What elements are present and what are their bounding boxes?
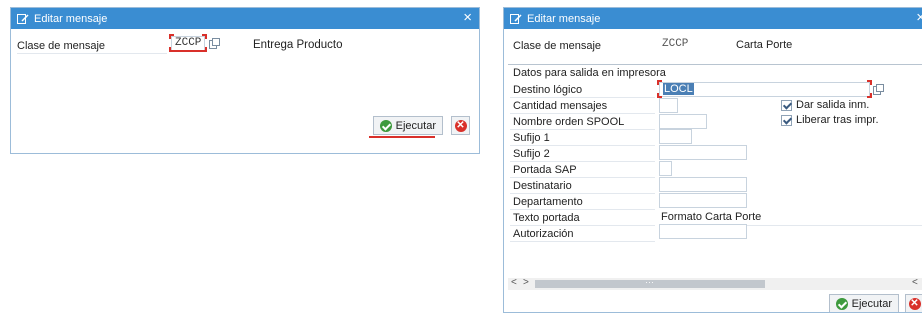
clase-mensaje-description: Carta Porte: [736, 39, 793, 51]
green-check-icon: [836, 297, 848, 310]
focus-marker: [867, 93, 872, 98]
red-cancel-icon: ✕: [908, 297, 921, 310]
dar-salida-label: Dar salida inm.: [796, 99, 870, 111]
scroll-far-arrow[interactable]: <: [912, 277, 918, 288]
field-label-portada-sap: Portada SAP: [513, 164, 577, 176]
field-label-sufijo-2: Sufijo 2: [513, 148, 550, 160]
focus-marker: [867, 80, 872, 85]
clase-mensaje-value: ZCCP: [662, 38, 689, 50]
edit-message-icon: [510, 13, 522, 24]
field-label-nombre-orden-spool: Nombre orden SPOOL: [513, 116, 625, 128]
scrollbar-thumb[interactable]: ···: [535, 277, 765, 288]
field-label-sufijo-1: Sufijo 1: [513, 132, 550, 144]
left-dialog: Editar mensaje × Clase de mensaje ZCCP E…: [10, 7, 480, 154]
section-divider: [508, 64, 922, 65]
scroll-grip: ···: [645, 277, 654, 287]
left-dialog-titlebar: Editar mensaje ×: [11, 8, 479, 29]
clase-mensaje-label: Clase de mensaje: [513, 40, 602, 52]
row-divider: [510, 145, 655, 146]
focus-marker: [202, 47, 207, 52]
right-dialog-titlebar: Editar mensaje ×: [504, 8, 922, 29]
cantidad-mensajes-input[interactable]: [659, 98, 678, 113]
row-divider: [510, 225, 655, 226]
liberar-checkbox[interactable]: [781, 115, 792, 126]
focus-marker: [169, 34, 174, 39]
horizontal-scrollbar[interactable]: < > ··· <: [508, 277, 922, 290]
field-underline: [17, 53, 167, 54]
right-dialog: Editar mensaje × Clase de mensaje ZCCP C…: [503, 7, 922, 313]
focus-marker: [202, 34, 207, 39]
row-divider: [510, 209, 655, 210]
button-underline: [369, 136, 435, 138]
red-cancel-icon: ✕: [454, 119, 467, 132]
destinatario-input[interactable]: [659, 177, 747, 192]
ejecutar-button[interactable]: Ejecutar: [829, 294, 899, 312]
row-divider: [510, 129, 655, 130]
cancel-button[interactable]: ✕: [905, 294, 922, 312]
destino-logico-input[interactable]: LOCL: [659, 82, 870, 97]
ejecutar-button[interactable]: Ejecutar: [373, 116, 443, 135]
sufijo-1-input[interactable]: [659, 129, 692, 144]
dialog-title: Editar mensaje: [527, 12, 601, 25]
field-label-cantidad-mensajes: Cantidad mensajes: [513, 100, 608, 112]
row-divider: [510, 177, 655, 178]
field-label-autorizacion: Autorización: [513, 228, 574, 240]
row-divider: [510, 113, 655, 114]
portada-sap-input[interactable]: [659, 161, 672, 176]
close-icon[interactable]: ×: [463, 10, 472, 26]
focus-marker: [657, 80, 662, 85]
field-label-destino-logico: Destino lógico: [513, 84, 583, 96]
section-title: Datos para salida en impresora: [513, 67, 666, 79]
clase-mensaje-description: Entrega Producto: [253, 39, 343, 51]
edit-message-icon: [17, 13, 29, 24]
green-check-icon: [380, 119, 392, 132]
dialog-title: Editar mensaje: [34, 12, 108, 25]
nombre-orden-spool-input[interactable]: [659, 114, 707, 129]
sufijo-2-input[interactable]: [659, 145, 747, 160]
row-divider: [510, 97, 655, 98]
row-divider: [510, 161, 655, 162]
value-help-icon[interactable]: [209, 38, 220, 49]
field-label-texto-portada: Texto portada: [513, 212, 580, 224]
scroll-right-arrow[interactable]: >: [523, 277, 529, 288]
focus-underline: [171, 50, 202, 52]
close-icon[interactable]: ×: [916, 10, 922, 26]
clase-mensaje-label: Clase de mensaje: [17, 40, 106, 52]
dar-salida-checkbox[interactable]: [781, 100, 792, 111]
departamento-input[interactable]: [659, 193, 747, 208]
liberar-label: Liberar tras impr.: [796, 114, 879, 126]
value-help-icon[interactable]: [873, 84, 884, 95]
texto-portada-value: Formato Carta Porte: [661, 211, 762, 223]
row-divider: [510, 241, 655, 242]
row-divider: [510, 193, 655, 194]
cancel-button[interactable]: ✕: [451, 116, 470, 135]
field-label-destinatario: Destinatario: [513, 180, 572, 192]
ejecutar-label: Ejecutar: [395, 119, 436, 132]
destino-logico-value: LOCL: [663, 83, 694, 95]
clase-mensaje-input[interactable]: ZCCP: [171, 36, 205, 51]
field-label-departamento: Departamento: [513, 196, 583, 208]
scroll-left-arrow[interactable]: <: [511, 277, 517, 288]
ejecutar-label: Ejecutar: [851, 297, 892, 310]
autorizacion-input[interactable]: [659, 224, 747, 239]
